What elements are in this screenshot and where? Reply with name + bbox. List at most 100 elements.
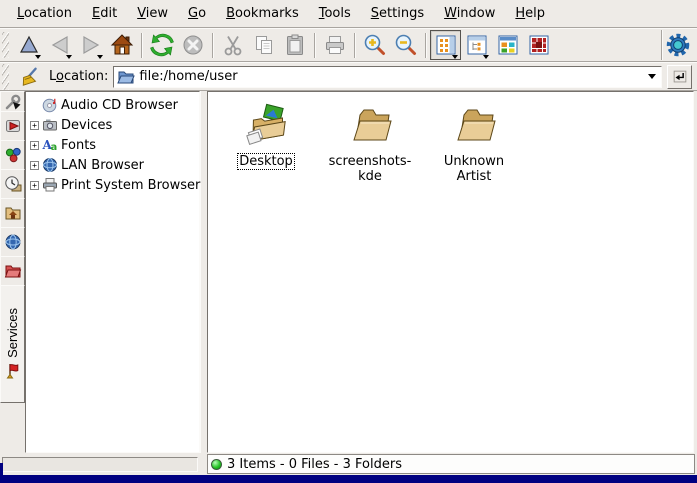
icon-view-icon <box>435 34 457 56</box>
location-label: Location: <box>49 69 108 84</box>
main-toolbar <box>0 28 697 62</box>
go-button[interactable] <box>667 65 692 89</box>
menu-view[interactable]: View <box>128 3 177 24</box>
clear-location-button[interactable] <box>18 65 44 89</box>
copy-button[interactable] <box>248 30 279 60</box>
tree-item-label: Devices <box>61 118 112 133</box>
tree-expander[interactable]: + <box>30 121 39 130</box>
menu-location[interactable]: Location <box>8 3 81 24</box>
menu-tools[interactable]: Tools <box>310 3 360 24</box>
services-tab-label: Services <box>5 308 20 358</box>
sidebar-tab-history[interactable] <box>0 169 25 199</box>
up-arrow-icon <box>17 33 41 57</box>
forward-dropdown-arrow[interactable] <box>97 55 103 59</box>
forward-button[interactable] <box>75 30 106 60</box>
tree-view-dropdown-arrow[interactable] <box>483 55 489 59</box>
reload-button[interactable] <box>146 30 177 60</box>
menu-bookmarks[interactable]: Bookmarks <box>217 3 308 24</box>
stop-button[interactable] <box>177 30 208 60</box>
file-item-unknown-artist[interactable]: Unknown Artist <box>426 100 522 185</box>
location-toolbar: Location: file:/home/user <box>0 62 697 91</box>
menu-settings[interactable]: Settings <box>362 3 433 24</box>
location-input[interactable]: file:/home/user <box>139 69 640 84</box>
up-button[interactable] <box>13 30 44 60</box>
up-dropdown-arrow[interactable] <box>35 55 41 59</box>
home-button[interactable] <box>106 30 137 60</box>
back-dropdown-arrow[interactable] <box>66 55 72 59</box>
back-button[interactable] <box>44 30 75 60</box>
paste-icon <box>283 33 307 57</box>
konqueror-gear-icon <box>666 33 690 57</box>
zoom-out-button[interactable] <box>390 30 421 60</box>
file-item-label: Desktop <box>237 153 295 170</box>
clock-history-icon <box>4 175 22 193</box>
home-icon <box>110 33 134 57</box>
location-combobox[interactable]: file:/home/user <box>113 66 662 88</box>
wrench-pointer-icon <box>4 93 22 111</box>
konqueror-throbber-button[interactable] <box>661 30 693 60</box>
menu-window[interactable]: Window <box>435 3 504 24</box>
tree-expander[interactable]: + <box>30 161 39 170</box>
zoom-in-button[interactable] <box>359 30 390 60</box>
statusbar-text: 3 Items - 0 Files - 3 Folders <box>227 457 402 472</box>
toolbar-grip[interactable] <box>2 32 9 58</box>
sidebar-tab-home-folder[interactable] <box>0 198 25 228</box>
printer-icon <box>42 177 58 193</box>
print-button[interactable] <box>319 30 350 60</box>
sidebar-tab-services[interactable]: Services <box>0 285 25 403</box>
forward-arrow-icon <box>79 33 103 57</box>
tree-item-devices[interactable]: + Devices <box>26 115 199 135</box>
icon-view-dropdown-arrow[interactable] <box>452 55 458 59</box>
location-toolbar-grip[interactable] <box>2 64 9 90</box>
tree-expander[interactable]: + <box>30 181 39 190</box>
tabstrip-filler <box>0 403 25 453</box>
tree-item-audio-cd-browser[interactable]: Audio CD Browser <box>26 95 199 115</box>
red-flag-icon <box>4 362 22 380</box>
file-item-screenshots-kde[interactable]: screenshots-kde <box>322 100 418 185</box>
tree-expander[interactable]: + <box>30 141 39 150</box>
tree-item-lan-browser[interactable]: + LAN Browser <box>26 155 199 175</box>
folder-icon <box>346 100 394 148</box>
tree-item-label: Print System Browser <box>61 178 200 193</box>
detailed-view-button[interactable] <box>523 30 554 60</box>
chevron-down-icon <box>648 74 656 79</box>
zoom-out-icon <box>394 33 418 57</box>
panel-splitter[interactable] <box>200 91 207 453</box>
file-icon-view[interactable]: Desktop screenshots-kde Unknown Artist <box>207 91 694 453</box>
tree-view-button[interactable] <box>461 30 492 60</box>
menu-edit[interactable]: Edit <box>83 3 126 24</box>
reload-icon <box>150 33 174 57</box>
icon-view-button[interactable] <box>430 30 461 60</box>
tree-view-icon <box>466 34 488 56</box>
green-led-icon <box>211 459 222 470</box>
home-folder-icon <box>4 204 22 222</box>
configure-panel-button[interactable] <box>0 91 25 112</box>
print-icon <box>323 33 347 57</box>
tree-item-label: LAN Browser <box>61 158 144 173</box>
cut-button[interactable] <box>217 30 248 60</box>
colored-balls-icon <box>4 146 22 164</box>
sidebar-tab-bookmarks[interactable] <box>0 111 25 141</box>
paste-button[interactable] <box>279 30 310 60</box>
tree-item-label: Fonts <box>61 138 96 153</box>
toolbar-separator <box>425 33 426 58</box>
menu-help[interactable]: Help <box>506 3 554 24</box>
globe-icon <box>42 157 58 173</box>
sidebar-tab-web[interactable] <box>0 140 25 170</box>
sidebar-tab-root-folder[interactable] <box>0 256 25 286</box>
multicolumn-view-button[interactable] <box>492 30 523 60</box>
tree-item-label: Audio CD Browser <box>61 98 178 113</box>
back-arrow-icon <box>48 33 72 57</box>
file-item-desktop[interactable]: Desktop <box>218 100 314 170</box>
red-folder-icon <box>4 262 22 280</box>
tree-item-print-system-browser[interactable]: + Print System Browser <box>26 175 199 195</box>
bottom-row: 3 Items - 0 Files - 3 Folders <box>0 453 697 475</box>
sidebar-tab-network[interactable] <box>0 227 25 257</box>
menu-go[interactable]: Go <box>179 3 215 24</box>
file-item-label: screenshots-kde <box>322 153 418 185</box>
open-folder-icon <box>117 69 135 85</box>
location-dropdown-button[interactable] <box>644 68 660 86</box>
cut-icon <box>221 33 245 57</box>
tree-item-fonts[interactable]: + A a Fonts <box>26 135 199 155</box>
konqueror-window: Location Edit View Go Bookmarks Tools Se… <box>0 0 697 483</box>
